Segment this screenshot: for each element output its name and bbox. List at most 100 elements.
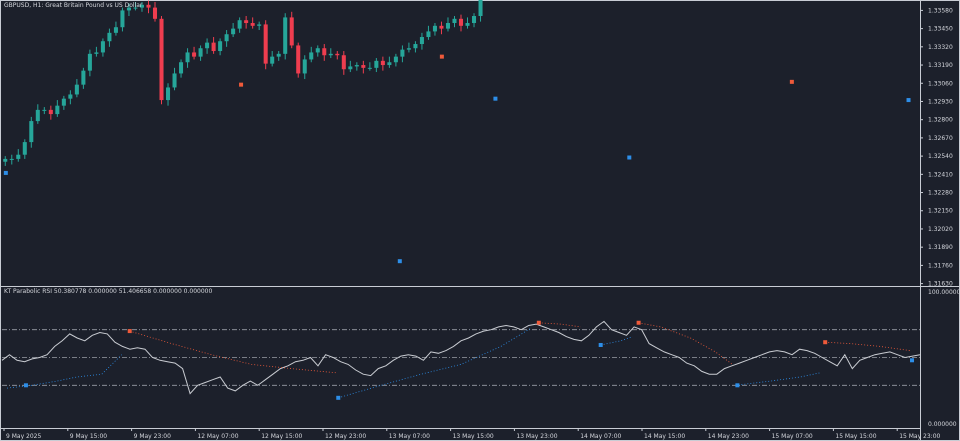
candle bbox=[387, 62, 392, 66]
terminal-border bbox=[0, 0, 960, 441]
candle bbox=[205, 42, 210, 49]
candle bbox=[276, 53, 281, 57]
candle bbox=[146, 4, 151, 8]
price-tick-label: 1.32930 bbox=[928, 98, 953, 105]
candle bbox=[445, 23, 450, 29]
candle bbox=[198, 48, 203, 57]
time-tick-label: 9 May 23:00 bbox=[134, 433, 172, 440]
candle bbox=[48, 109, 53, 115]
rsi-sar-marker bbox=[735, 383, 740, 388]
rsi-sar-marker bbox=[336, 395, 341, 400]
candle bbox=[270, 56, 275, 64]
rsi-sar-marker bbox=[23, 383, 28, 388]
candle bbox=[426, 31, 431, 38]
candle bbox=[465, 23, 470, 26]
candle bbox=[211, 42, 216, 52]
candle bbox=[328, 53, 333, 56]
candle bbox=[367, 67, 372, 69]
time-tick-label: 12 May 07:00 bbox=[197, 433, 238, 440]
sar-dot bbox=[239, 82, 244, 87]
time-tick-label: 14 May 07:00 bbox=[580, 433, 621, 440]
candle bbox=[3, 158, 8, 162]
candle bbox=[16, 154, 21, 159]
candle bbox=[113, 27, 118, 33]
time-tick-label: 12 May 23:00 bbox=[325, 433, 366, 440]
time-tick-label: 15 May 23:00 bbox=[899, 433, 940, 440]
price-tick-label: 1.33320 bbox=[928, 44, 953, 51]
candle bbox=[81, 70, 86, 85]
candle bbox=[29, 121, 34, 143]
candle bbox=[419, 37, 424, 45]
sar-dot bbox=[397, 259, 402, 264]
price-tick-label: 1.33450 bbox=[928, 26, 953, 33]
rsi-sar-trail bbox=[600, 336, 633, 346]
price-tick-label: 1.33190 bbox=[928, 62, 953, 69]
time-tick-label: 13 May 23:00 bbox=[516, 433, 557, 440]
candle bbox=[22, 142, 27, 155]
time-tick-label: 15 May 07:00 bbox=[772, 433, 813, 440]
rsi-sar-trail bbox=[638, 322, 733, 365]
candle bbox=[172, 73, 177, 88]
candle bbox=[159, 18, 164, 101]
candle bbox=[42, 109, 47, 111]
rsi-sar-trail bbox=[6, 354, 122, 389]
candle bbox=[55, 105, 60, 115]
sar-dot bbox=[3, 170, 8, 175]
chart-symbol-title: GBPUSD, H1: Great Britain Pound vs US Do… bbox=[4, 2, 143, 9]
price-tick-label: 1.31630 bbox=[928, 281, 953, 288]
candle bbox=[74, 84, 79, 95]
price-tick-label: 1.31890 bbox=[928, 244, 953, 251]
candle bbox=[87, 53, 92, 71]
candle bbox=[335, 53, 340, 56]
price-tick-label: 1.32540 bbox=[928, 153, 953, 160]
candle bbox=[237, 20, 242, 29]
sar-dot bbox=[906, 98, 911, 103]
sar-dot bbox=[627, 155, 632, 160]
time-tick-label: 12 May 15:00 bbox=[261, 433, 302, 440]
candle bbox=[192, 52, 197, 57]
candle bbox=[374, 60, 379, 68]
candle bbox=[61, 98, 66, 106]
candle bbox=[432, 25, 437, 32]
candle bbox=[179, 62, 184, 74]
time-tick-label: 13 May 07:00 bbox=[389, 433, 430, 440]
candle bbox=[218, 41, 223, 52]
price-tick-label: 1.32670 bbox=[928, 135, 953, 142]
candle bbox=[152, 7, 158, 19]
candle bbox=[322, 48, 327, 56]
time-tick-label: 14 May 23:00 bbox=[708, 433, 749, 440]
candle bbox=[166, 87, 171, 101]
candle bbox=[263, 24, 268, 64]
sar-dot bbox=[493, 96, 498, 101]
candle bbox=[458, 18, 464, 26]
candle bbox=[309, 52, 314, 60]
candle bbox=[120, 10, 125, 28]
candle bbox=[100, 41, 105, 53]
rsi-sar-marker bbox=[636, 320, 641, 325]
price-tick-label: 1.33060 bbox=[928, 80, 953, 87]
candle bbox=[283, 17, 288, 54]
candle bbox=[393, 56, 398, 63]
candle bbox=[296, 45, 301, 74]
candle bbox=[231, 28, 236, 35]
chart-canvas[interactable]: 1.33580 1.33450 1.33320 1.33190 1.33060 1.329… bbox=[0, 0, 960, 441]
rsi-sar-marker bbox=[910, 358, 915, 363]
rsi-sar-marker bbox=[127, 329, 132, 334]
indicator-title: KT Parabolic RSI 50.380778 0.000000 51.4… bbox=[4, 288, 213, 295]
trading-terminal: 1.33580 1.33450 1.33320 1.33190 1.33060 1.329… bbox=[0, 0, 960, 441]
candle bbox=[380, 60, 385, 66]
candle bbox=[452, 18, 457, 24]
candle bbox=[472, 16, 477, 24]
candle bbox=[94, 52, 99, 54]
price-tick-label: 1.32280 bbox=[928, 190, 953, 197]
candle bbox=[224, 34, 229, 42]
indicator-max-label: 100.000000 bbox=[928, 289, 960, 296]
time-tick-label: 13 May 15:00 bbox=[453, 433, 494, 440]
candle bbox=[315, 48, 320, 53]
sar-dot bbox=[439, 54, 444, 59]
rsi-sar-trail bbox=[338, 327, 532, 399]
candle bbox=[354, 65, 359, 67]
candle bbox=[413, 44, 418, 49]
candle bbox=[289, 17, 294, 46]
price-tick-label: 1.31760 bbox=[928, 262, 953, 269]
